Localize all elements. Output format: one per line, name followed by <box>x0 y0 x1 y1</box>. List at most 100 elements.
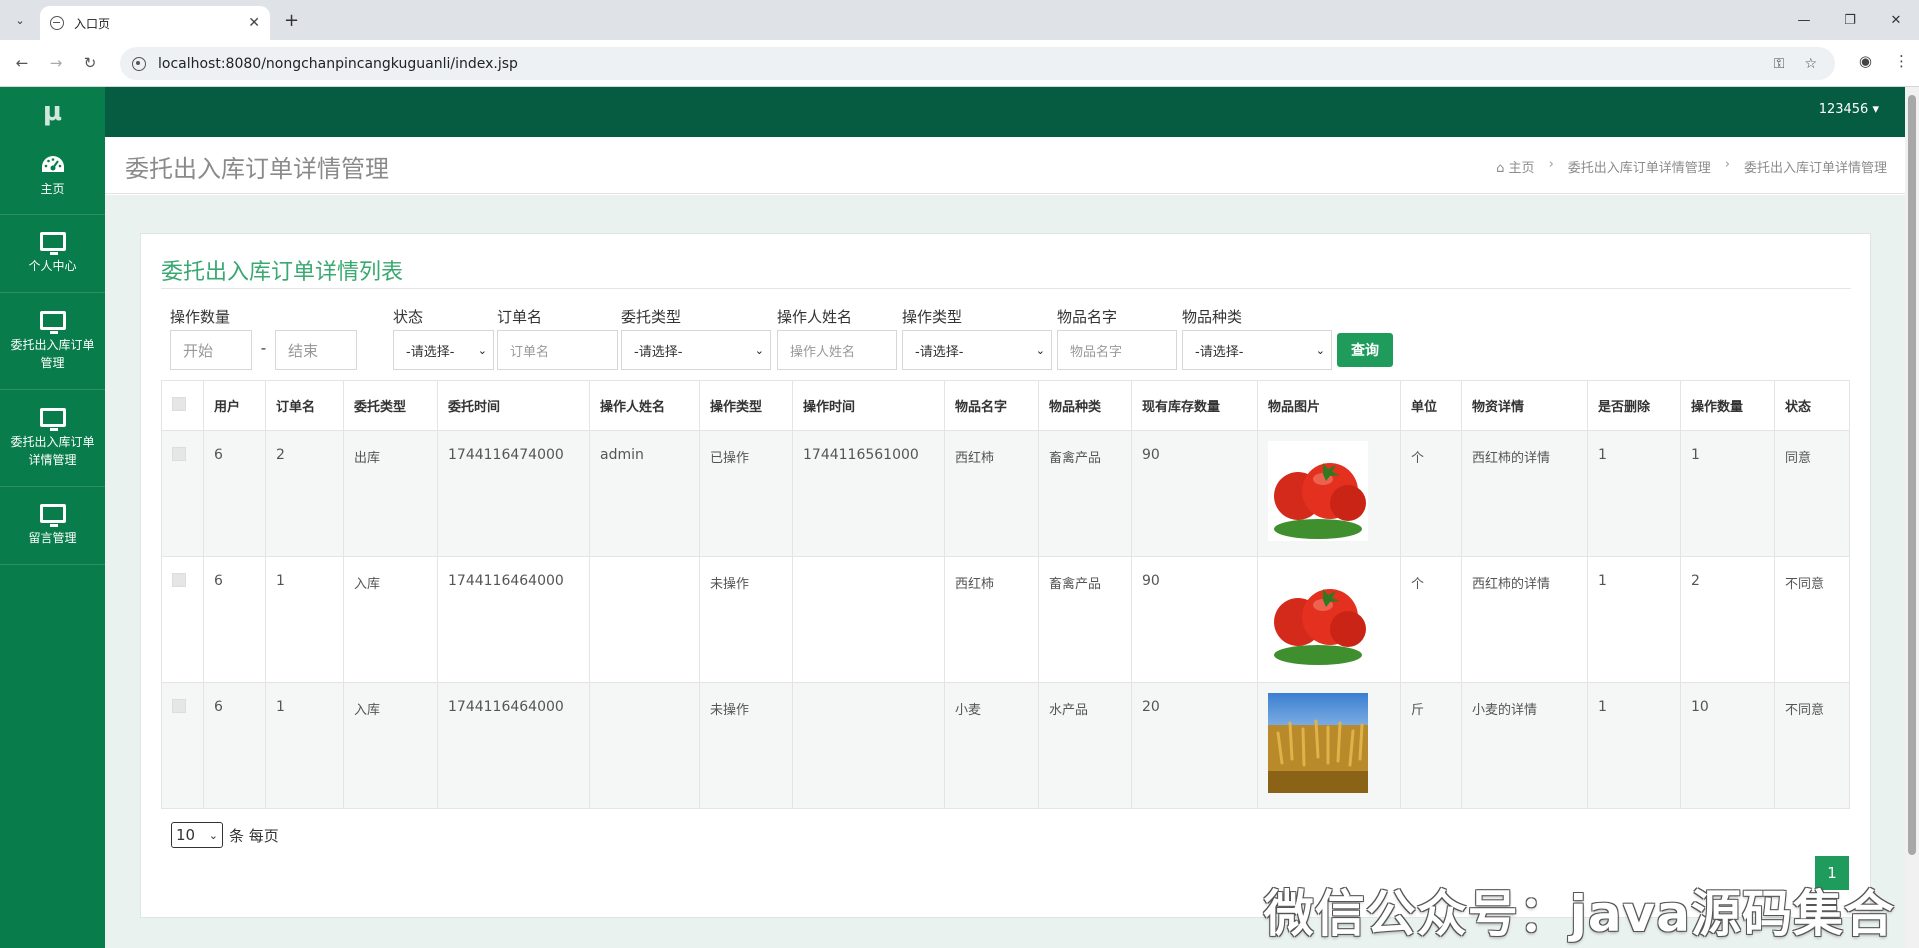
select-all-cell[interactable] <box>161 380 204 431</box>
chevron-down-icon: ⌄ <box>15 13 25 27</box>
query-button[interactable]: 查询 <box>1337 333 1393 367</box>
bookmark-star-icon[interactable]: ☆ <box>1804 56 1817 72</box>
sidebar-item-home[interactable]: 主页 <box>0 137 105 215</box>
col-header[interactable]: 物品名字 <box>944 380 1039 431</box>
sidebar-item-orders[interactable]: 委托出入库订单管理 <box>0 293 105 390</box>
goods-name-input[interactable]: 物品名字 <box>1057 330 1177 370</box>
qty-end-input[interactable]: 结束 <box>275 330 357 370</box>
sidebar-item-profile[interactable]: 个人中心 <box>0 215 105 293</box>
row-checkbox[interactable] <box>172 699 186 713</box>
category-label: 物品种类 <box>1182 308 1243 326</box>
order-label: 订单名 <box>497 308 543 326</box>
range-separator: - <box>260 339 267 357</box>
page-size-select[interactable]: 10 ⌄ <box>171 822 223 848</box>
col-header[interactable]: 物品图片 <box>1257 380 1401 431</box>
order-input[interactable]: 订单名 <box>497 330 618 370</box>
menu-kebab-icon[interactable]: ⋮ <box>1894 52 1909 70</box>
entrust-type-select[interactable]: -请选择- ⌄ <box>621 330 771 370</box>
cell-category: 水产品 <box>1038 682 1132 809</box>
col-header[interactable]: 物品种类 <box>1038 380 1132 431</box>
url-bar[interactable]: localhost:8080/nongchanpincangkuguanli/i… <box>120 47 1835 80</box>
cell-image <box>1257 682 1401 809</box>
cell-operator <box>589 682 700 809</box>
row-select-cell[interactable] <box>161 556 204 683</box>
col-header[interactable]: 是否删除 <box>1587 380 1681 431</box>
sidebar-item-messages[interactable]: 留言管理 <box>0 487 105 565</box>
restore-icon[interactable]: ❐ <box>1827 0 1873 40</box>
category-select[interactable]: -请选择- ⌄ <box>1182 330 1332 370</box>
col-header[interactable]: 操作人姓名 <box>589 380 700 431</box>
dashboard-icon <box>41 155 64 172</box>
breadcrumb-item[interactable]: 委托出入库订单详情管理 <box>1568 157 1711 176</box>
browser-tab[interactable]: 入口页 ✕ <box>40 6 270 40</box>
cell-entrust-time: 1744116464000 <box>437 556 590 683</box>
reload-icon[interactable]: ↻ <box>78 54 102 72</box>
sidebar-item-label: 委托出入库订单管理 <box>10 337 95 370</box>
col-header[interactable]: 状态 <box>1774 380 1850 431</box>
table-row[interactable]: 6 1 入库 1744116464000 未操作 西红柿 畜禽产品 90 个 西… <box>161 556 1850 683</box>
table-row[interactable]: 6 2 出库 1744116474000 admin 已操作 174411656… <box>161 430 1850 557</box>
col-header[interactable]: 单位 <box>1400 380 1462 431</box>
page-size-label: 条 每页 <box>229 826 279 845</box>
cell-stock: 90 <box>1131 430 1258 557</box>
watermark-text: 微信公众号：java源码集合 <box>1263 885 1895 943</box>
col-header[interactable]: 操作数量 <box>1680 380 1775 431</box>
card-title: 委托出入库订单详情列表 <box>161 260 404 285</box>
col-header[interactable]: 订单名 <box>265 380 344 431</box>
sidebar-item-label: 个人中心 <box>28 259 77 273</box>
sidebar-item-order-details[interactable]: 委托出入库订单详情管理 <box>0 390 105 487</box>
col-header[interactable]: 委托类型 <box>343 380 438 431</box>
page-size-control: 10 ⌄ 条 每页 <box>171 822 279 848</box>
close-tab-icon[interactable]: ✕ <box>248 15 260 31</box>
cell-detail: 西红柿的详情 <box>1461 556 1588 683</box>
op-type-select[interactable]: -请选择- ⌄ <box>902 330 1052 370</box>
row-select-cell[interactable] <box>161 430 204 557</box>
cell-op-time <box>792 682 945 809</box>
cell-entrust-type: 入库 <box>343 556 438 683</box>
forward-icon[interactable]: → <box>44 54 68 72</box>
chevron-down-icon: ⌄ <box>477 343 487 357</box>
tab-search-button[interactable]: ⌄ <box>8 8 32 32</box>
cell-unit: 个 <box>1400 556 1462 683</box>
col-header[interactable]: 物资详情 <box>1461 380 1588 431</box>
user-dropdown[interactable]: 123456 ▾ <box>1819 102 1879 117</box>
back-icon[interactable]: ← <box>10 54 34 72</box>
monitor-icon <box>39 407 66 431</box>
col-header[interactable]: 现有库存数量 <box>1131 380 1258 431</box>
cell-deleted: 1 <box>1587 556 1681 683</box>
status-select[interactable]: -请选择- ⌄ <box>393 330 494 370</box>
operator-input[interactable]: 操作人姓名 <box>777 330 897 370</box>
site-info-icon[interactable] <box>132 56 146 71</box>
password-key-icon[interactable]: ⚿ <box>1774 56 1785 72</box>
row-checkbox[interactable] <box>172 447 186 461</box>
col-header[interactable]: 操作类型 <box>699 380 793 431</box>
row-checkbox[interactable] <box>172 573 186 587</box>
row-select-cell[interactable] <box>161 682 204 809</box>
operator-label: 操作人姓名 <box>777 308 853 326</box>
cell-qty: 10 <box>1680 682 1775 809</box>
url-text[interactable]: localhost:8080/nongchanpincangkuguanli/i… <box>158 56 1774 72</box>
col-header[interactable]: 委托时间 <box>437 380 590 431</box>
cell-image <box>1257 430 1401 557</box>
new-tab-icon[interactable]: + <box>284 10 299 31</box>
col-header[interactable]: 操作时间 <box>792 380 945 431</box>
cell-op-type: 已操作 <box>699 430 793 557</box>
scrollbar-thumb[interactable] <box>1908 95 1916 855</box>
wheat-image <box>1268 693 1368 793</box>
qty-start-input[interactable]: 开始 <box>170 330 252 370</box>
window-close-icon[interactable]: ✕ <box>1873 0 1919 40</box>
app-root: μ 主页 个人中心 委托出入库订单管理 委托出入库订单详情管理 留言管理 123… <box>0 87 1905 948</box>
breadcrumb-current: 委托出入库订单详情管理 <box>1743 161 1887 176</box>
profile-icon[interactable]: ◉ <box>1859 52 1872 70</box>
sidebar-item-label: 留言管理 <box>28 531 77 545</box>
cell-operator <box>589 556 700 683</box>
col-header[interactable]: 用户 <box>203 380 266 431</box>
page-scrollbar[interactable] <box>1905 87 1919 948</box>
breadcrumb-home[interactable]: ⌂ 主页 <box>1496 157 1534 176</box>
cell-op-type: 未操作 <box>699 682 793 809</box>
minimize-icon[interactable]: — <box>1781 0 1827 40</box>
cell-status: 不同意 <box>1774 556 1850 683</box>
table-row[interactable]: 6 1 入库 1744116464000 未操作 小麦 水产品 20 斤 小麦的… <box>161 682 1850 809</box>
select-all-checkbox[interactable] <box>172 396 186 411</box>
cell-entrust-type: 出库 <box>343 430 438 557</box>
